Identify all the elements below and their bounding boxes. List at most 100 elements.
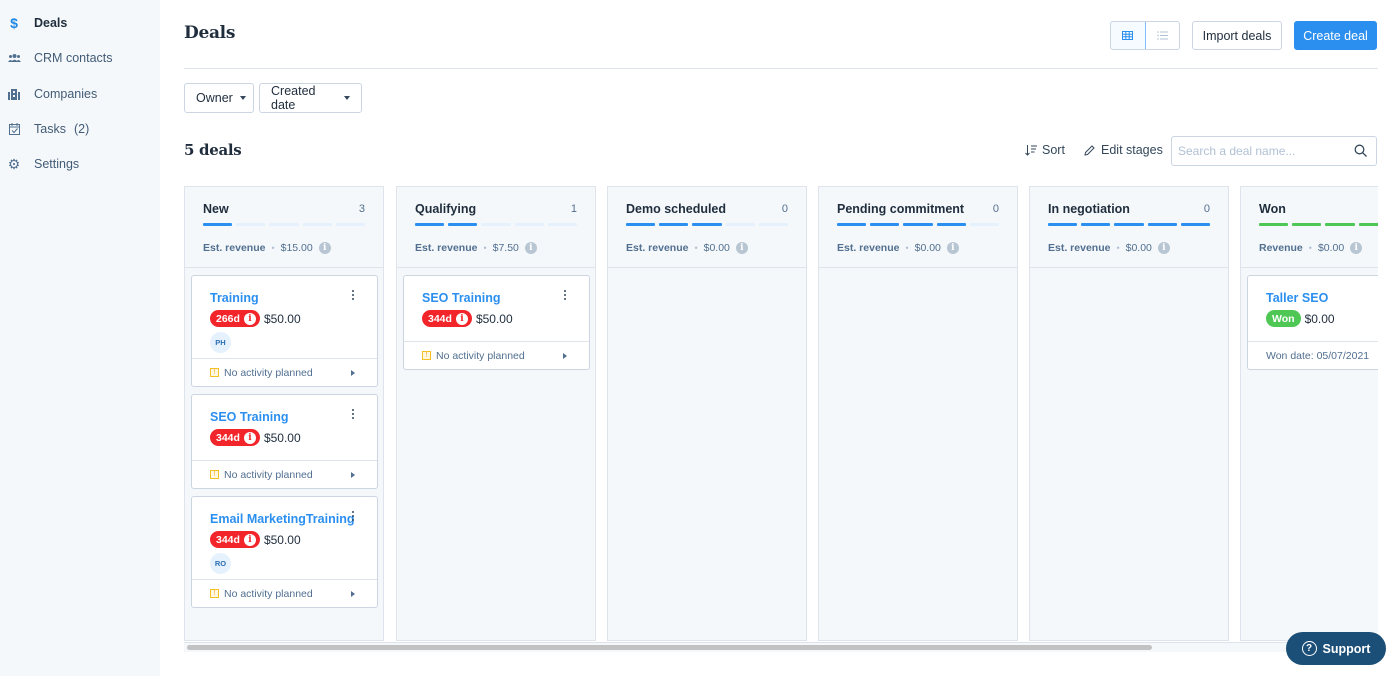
progress-segment [758, 223, 789, 226]
activity-label: No activity planned [436, 349, 525, 362]
deal-age-badge: 344d i [422, 310, 472, 327]
stage-count: 1 [570, 203, 577, 215]
created-date-filter[interactable]: Created date [259, 83, 362, 113]
deals-board: New 3 Est. revenue • $15.00 i Training 2… [184, 186, 1378, 654]
sidebar-item-settings[interactable]: ⚙ Settings [0, 152, 160, 176]
stage-title: Demo scheduled [626, 202, 727, 216]
info-icon[interactable]: i [946, 242, 959, 254]
deal-name[interactable]: Training [210, 291, 259, 305]
owner-filter[interactable]: Owner [184, 83, 254, 113]
warning-icon: ! [210, 368, 219, 377]
sidebar-item-label: Tasks [34, 122, 66, 136]
activity-row[interactable]: ! No activity planned [192, 460, 377, 488]
dollar-icon: $ [10, 15, 18, 31]
stage-revenue: Est. revenue • $0.00 i [1048, 242, 1170, 254]
create-deal-button[interactable]: Create deal [1294, 21, 1377, 50]
progress-segment [335, 223, 366, 226]
revenue-label: Revenue [1259, 242, 1303, 254]
owner-avatar[interactable]: RO [210, 553, 231, 574]
sidebar-item-tasks[interactable]: Tasks (2) [0, 117, 160, 141]
stage-progress [1048, 223, 1211, 226]
stage-header: Demo scheduled 0 Est. revenue • $0.00 i [608, 187, 806, 268]
horizontal-scrollbar[interactable] [184, 642, 1378, 652]
deal-card[interactable]: Taller SEO Won $0.00 Won date: 05/07/202… [1247, 275, 1378, 370]
info-icon[interactable]: i [735, 242, 748, 254]
warning-icon: ! [210, 589, 219, 598]
list-view-button[interactable] [1146, 22, 1180, 49]
more-options-icon[interactable] [561, 288, 569, 302]
deal-card[interactable]: SEO Training 344d i $50.00 ! No activity … [191, 394, 378, 489]
grid-icon [1122, 31, 1134, 40]
board-view-button[interactable] [1111, 22, 1146, 49]
deal-name[interactable]: SEO Training [210, 410, 289, 424]
sidebar-item-crm-contacts[interactable]: CRM contacts [0, 46, 160, 70]
progress-segment [692, 223, 722, 226]
owner-avatar[interactable]: PH [210, 332, 231, 353]
warning-icon: ! [210, 470, 219, 479]
search-input[interactable] [1172, 144, 1342, 158]
stage-revenue: Est. revenue • $15.00 i [203, 242, 331, 254]
import-deals-button[interactable]: Import deals [1192, 21, 1282, 50]
deal-card[interactable]: SEO Training 344d i $50.00 ! No activity … [403, 275, 590, 370]
progress-segment [203, 223, 233, 226]
progress-segment [1180, 223, 1211, 226]
info-icon[interactable]: i [524, 242, 537, 254]
stage-progress [415, 223, 578, 226]
deal-card[interactable]: Training 266d i $50.00 PH ! No activity p… [191, 275, 378, 387]
progress-segment [1292, 223, 1322, 226]
progress-segment [1325, 223, 1355, 226]
contacts-icon [7, 51, 21, 65]
search-icon[interactable] [1354, 144, 1368, 163]
deal-name[interactable]: SEO Training [422, 291, 501, 305]
info-icon[interactable]: i [1350, 242, 1363, 254]
stage-title: Won [1259, 202, 1286, 216]
sidebar-item-companies[interactable]: Companies [0, 82, 160, 106]
stage-header: Won Revenue • $0.00 i [1241, 187, 1378, 268]
won-date-row: Won date: 05/07/2021 [1248, 341, 1378, 369]
activity-row[interactable]: ! No activity planned [192, 579, 377, 607]
revenue-value: $15.00 [280, 242, 313, 254]
activity-label: No activity planned [224, 587, 313, 600]
companies-icon [7, 87, 21, 101]
activity-row[interactable]: ! No activity planned [404, 341, 589, 369]
deal-search [1171, 136, 1377, 166]
more-options-icon[interactable] [349, 288, 357, 302]
caret-down-icon [239, 96, 246, 100]
sidebar-item-label: CRM contacts [34, 51, 113, 65]
caret-right-icon [563, 353, 567, 359]
info-icon[interactable]: i [1157, 242, 1170, 254]
stage-revenue: Est. revenue • $7.50 i [415, 242, 537, 254]
won-date: Won date: 05/07/2021 [1266, 349, 1370, 362]
edit-stages-button[interactable]: Edit stages [1083, 143, 1163, 157]
deal-name[interactable]: Email MarketingTraining [210, 512, 354, 526]
more-options-icon[interactable] [349, 509, 357, 523]
activity-label: No activity planned [224, 468, 313, 481]
revenue-label: Est. revenue [1048, 242, 1111, 254]
progress-segment [547, 223, 578, 226]
sort-label: Sort [1042, 143, 1065, 157]
progress-segment [269, 223, 299, 226]
app: $ Deals CRM contacts Companies Tasks (2)… [0, 0, 1400, 676]
sort-button[interactable]: Sort [1025, 143, 1065, 157]
deal-card[interactable]: Email MarketingTraining 344d i $50.00 RO … [191, 496, 378, 608]
support-button[interactable]: ? Support [1286, 632, 1386, 665]
progress-segment [514, 223, 544, 226]
stage-revenue: Est. revenue • $0.00 i [837, 242, 959, 254]
sidebar-item-label: Settings [34, 157, 80, 171]
revenue-label: Est. revenue [837, 242, 900, 254]
header-divider [184, 68, 1378, 69]
stage-title: In negotiation [1048, 202, 1130, 216]
deal-name[interactable]: Taller SEO [1266, 291, 1328, 305]
scrollbar-thumb[interactable] [187, 645, 1152, 650]
more-options-icon[interactable] [349, 407, 357, 421]
revenue-value: $0.00 [703, 242, 730, 254]
stage-revenue: Est. revenue • $0.00 i [626, 242, 748, 254]
alert-icon: i [243, 431, 256, 444]
stage-column-pending-commitment: Pending commitment 0 Est. revenue • $0.0… [818, 186, 1018, 641]
activity-row[interactable]: ! No activity planned [192, 358, 377, 386]
progress-segment [481, 223, 511, 226]
progress-segment [837, 223, 867, 226]
sidebar-item-deals[interactable]: $ Deals [0, 11, 160, 35]
deals-count: 5 deals [184, 141, 242, 159]
info-icon[interactable]: i [318, 242, 331, 254]
